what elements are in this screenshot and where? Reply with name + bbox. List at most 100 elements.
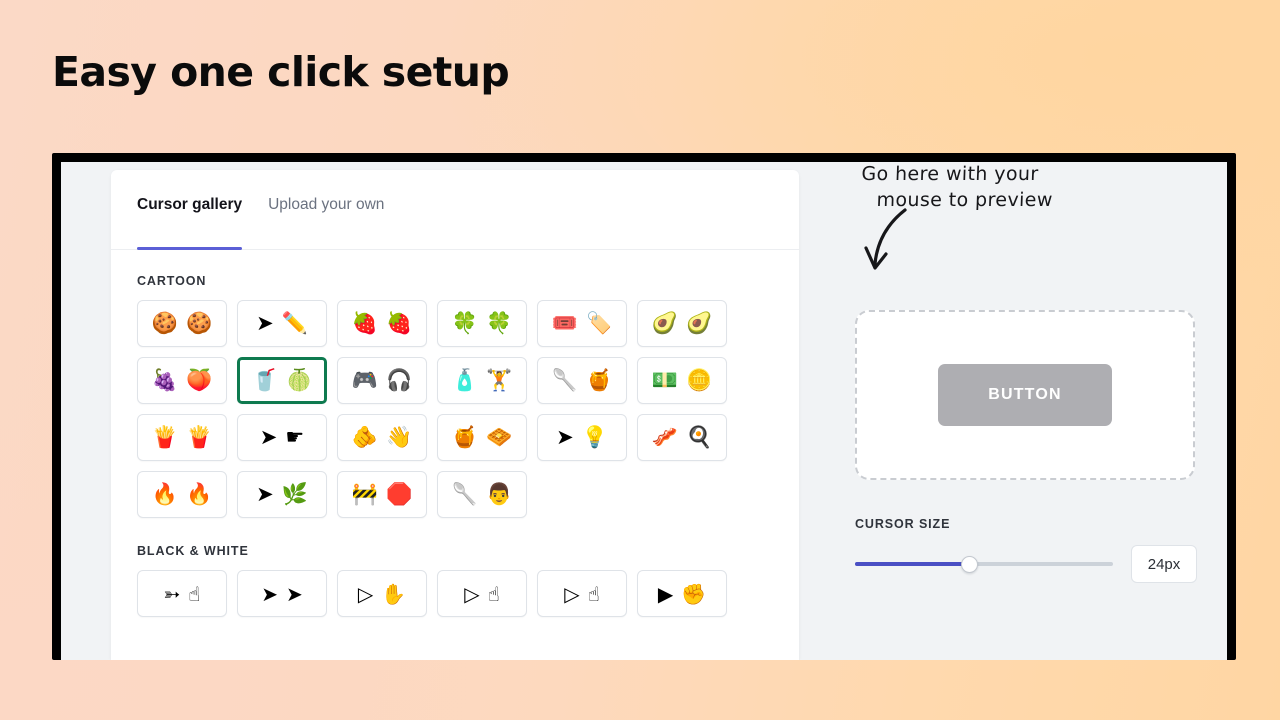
traffic-stop-cursor-glyph-2: 🛑 [386, 482, 413, 506]
solid-arrow-cursor-glyph-1: ▶ [657, 581, 674, 606]
preview-button[interactable]: BUTTON [938, 364, 1112, 426]
preview-dropzone[interactable]: BUTTON [855, 310, 1195, 480]
lightbulb-cursor[interactable]: ➤ 💡 [537, 414, 627, 461]
glove-hand-cursor[interactable]: 🫵 👋 [337, 414, 427, 461]
soda-lime-cursor[interactable]: 🥤 🍈 [237, 357, 327, 404]
screenshot-frame: Cursor gallery Upload your own CARTOON 🍪… [52, 153, 1236, 660]
solid-arrow-cursor-glyph-2: ✊ [681, 581, 707, 606]
traffic-stop-cursor-glyph-1: 🚧 [351, 482, 378, 506]
flame-cursor-glyph-2: 🔥 [186, 482, 213, 506]
tab-upload-your-own-label: Upload your own [268, 196, 385, 213]
annotation-text: Go here with your mouse to preview [860, 162, 1102, 213]
cookie-cursor[interactable]: 🍪 🍪 [137, 300, 227, 347]
fitness-cursor-glyph-2: 🏋️ [486, 368, 513, 392]
cursor-grid-cartoon: 🍪 🍪 ➤ ✏️ 🍓 🍓 🍀 🍀 🎟️ 🏷️ 🥑 🥑 🍇 🍑 🥤 🍈 🎮 🎧 🧴 🏋️ 🥄 🍯 💵 🪙 🍟 🍟 ➤ ☛ 🫵 👋 🍯 🧇 ➤ 💡 🥓 🍳… [137, 300, 773, 518]
app-screen: Cursor gallery Upload your own CARTOON 🍪… [61, 162, 1227, 660]
spatula-cursor-glyph-2: 👨 [486, 482, 513, 506]
strawberry-cursor-glyph-2: 🍓 [386, 311, 413, 335]
thin-arrow-cursor[interactable]: ▷ ✋ [337, 570, 427, 617]
fries-cursor-glyph-1: 🍟 [151, 425, 178, 449]
cursor-size-row: 24px [855, 545, 1197, 583]
plum-cursor[interactable]: 🍇 🍑 [137, 357, 227, 404]
classic-outline-cursor[interactable]: ➳ ☝ [137, 570, 227, 617]
waffle-cursor-glyph-2: 🧇 [486, 425, 513, 449]
glove-hand-cursor-glyph-1: 🫵 [351, 425, 378, 449]
clover-cursor[interactable]: 🍀 🍀 [437, 300, 527, 347]
waffle-cursor[interactable]: 🍯 🧇 [437, 414, 527, 461]
classic-outline-cursor-glyph-1: ➳ [163, 581, 181, 606]
slider-fill [855, 562, 969, 566]
fitness-cursor-glyph-1: 🧴 [451, 368, 478, 392]
cookie-cursor-glyph-1: 🍪 [151, 311, 178, 335]
spatula-cursor-glyph-1: 🥄 [451, 482, 478, 506]
fries-cursor[interactable]: 🍟 🍟 [137, 414, 227, 461]
slider-thumb[interactable] [960, 556, 978, 573]
tab-cursor-gallery-label: Cursor gallery [137, 196, 243, 213]
periwinkle-cursor-glyph-2: ➤ [286, 581, 303, 606]
breakfast-cursor-glyph-2: 🍳 [686, 425, 713, 449]
rounded-arrow-cursor-glyph-2: ☝ [487, 581, 500, 606]
plum-cursor-glyph-1: 🍇 [151, 368, 178, 392]
ticket-cursor-glyph-2: 🏷️ [586, 311, 613, 335]
money-cursor-glyph-2: 🪙 [686, 368, 713, 392]
thin-arrow-cursor-glyph-1: ▷ [357, 581, 374, 606]
clover-cursor-glyph-2: 🍀 [486, 311, 513, 335]
solid-arrow-cursor[interactable]: ▶ ✊ [637, 570, 727, 617]
rounded-arrow-cursor-glyph-1: ▷ [464, 581, 480, 606]
breakfast-cursor[interactable]: 🥓 🍳 [637, 414, 727, 461]
spatula-cursor[interactable]: 🥄 👨 [437, 471, 527, 518]
sharp-arrow-cursor[interactable]: ▷ ☝ [537, 570, 627, 617]
rounded-arrow-cursor[interactable]: ▷ ☝ [437, 570, 527, 617]
lightbulb-cursor-glyph-1: ➤ [556, 425, 574, 449]
green-arrow-cursor-glyph-2: 🌿 [281, 482, 308, 506]
traffic-stop-cursor[interactable]: 🚧 🛑 [337, 471, 427, 518]
section-title-cartoon: CARTOON [137, 274, 207, 288]
preview-panel: Go here with your mouse to preview BUTTO… [799, 162, 1227, 660]
tab-cursor-gallery[interactable]: Cursor gallery [137, 196, 243, 250]
classic-toon-cursor-glyph-1: ➤ [259, 425, 278, 449]
periwinkle-cursor-glyph-1: ➤ [261, 581, 278, 606]
sharp-arrow-cursor-glyph-2: ☝ [587, 581, 600, 606]
pencil-cursor-glyph-1: ➤ [256, 311, 274, 335]
pencil-cursor-glyph-2: ✏️ [281, 311, 308, 335]
cursor-size-slider[interactable] [855, 553, 1113, 575]
breakfast-cursor-glyph-1: 🥓 [651, 425, 678, 449]
annotation-line-1: Go here with your [861, 163, 1039, 185]
glove-hand-cursor-glyph-2: 👋 [386, 425, 413, 449]
gallery-scroll-area[interactable]: CARTOON 🍪 🍪 ➤ ✏️ 🍓 🍓 🍀 🍀 🎟️ 🏷️ 🥑 🥑 🍇 🍑 🥤 🍈 🎮 🎧 🧴 🏋️ 🥄 🍯 💵 🪙 🍟 🍟 ➤ ☛… [111, 250, 799, 660]
classic-toon-cursor-glyph-2: ☛ [285, 425, 305, 449]
gaming-cursor-glyph-2: 🎧 [386, 368, 413, 392]
tab-upload-your-own[interactable]: Upload your own [268, 196, 384, 249]
flame-cursor[interactable]: 🔥 🔥 [137, 471, 227, 518]
annotation-line-2: mouse to preview [876, 188, 1054, 211]
money-cursor[interactable]: 💵 🪙 [637, 357, 727, 404]
avocado-cursor-glyph-1: 🥑 [651, 311, 678, 335]
cursor-gallery-card: Cursor gallery Upload your own CARTOON 🍪… [111, 170, 799, 660]
classic-outline-cursor-glyph-2: ☝ [188, 581, 201, 606]
strawberry-cursor[interactable]: 🍓 🍓 [337, 300, 427, 347]
gaming-cursor[interactable]: 🎮 🎧 [337, 357, 427, 404]
cookie-cursor-glyph-2: 🍪 [186, 311, 213, 335]
waffle-cursor-glyph-1: 🍯 [451, 425, 478, 449]
pencil-cursor[interactable]: ➤ ✏️ [237, 300, 327, 347]
cursor-grid-black-and-white: ➳ ☝ ➤ ➤ ▷ ✋ ▷ ☝ ▷ ☝ ▶ ✊ [137, 570, 773, 617]
fitness-cursor[interactable]: 🧴 🏋️ [437, 357, 527, 404]
green-arrow-cursor[interactable]: ➤ 🌿 [237, 471, 327, 518]
section-title-black-and-white: BLACK & WHITE [137, 544, 249, 558]
sharp-arrow-cursor-glyph-1: ▷ [564, 581, 580, 606]
lightbulb-cursor-glyph-2: 💡 [581, 425, 608, 449]
ticket-cursor[interactable]: 🎟️ 🏷️ [537, 300, 627, 347]
honey-cursor-glyph-2: 🍯 [586, 368, 613, 392]
classic-toon-cursor[interactable]: ➤ ☛ [237, 414, 327, 461]
avocado-cursor[interactable]: 🥑 🥑 [637, 300, 727, 347]
thin-arrow-cursor-glyph-2: ✋ [381, 581, 407, 606]
cursor-size-label: CURSOR SIZE [855, 517, 951, 531]
clover-cursor-glyph-1: 🍀 [451, 311, 478, 335]
honey-cursor[interactable]: 🥄 🍯 [537, 357, 627, 404]
cursor-size-value[interactable]: 24px [1131, 545, 1197, 583]
periwinkle-cursor[interactable]: ➤ ➤ [237, 570, 327, 617]
fries-cursor-glyph-2: 🍟 [186, 425, 213, 449]
plum-cursor-glyph-2: 🍑 [186, 368, 213, 392]
green-arrow-cursor-glyph-1: ➤ [256, 482, 274, 506]
strawberry-cursor-glyph-1: 🍓 [351, 311, 378, 335]
